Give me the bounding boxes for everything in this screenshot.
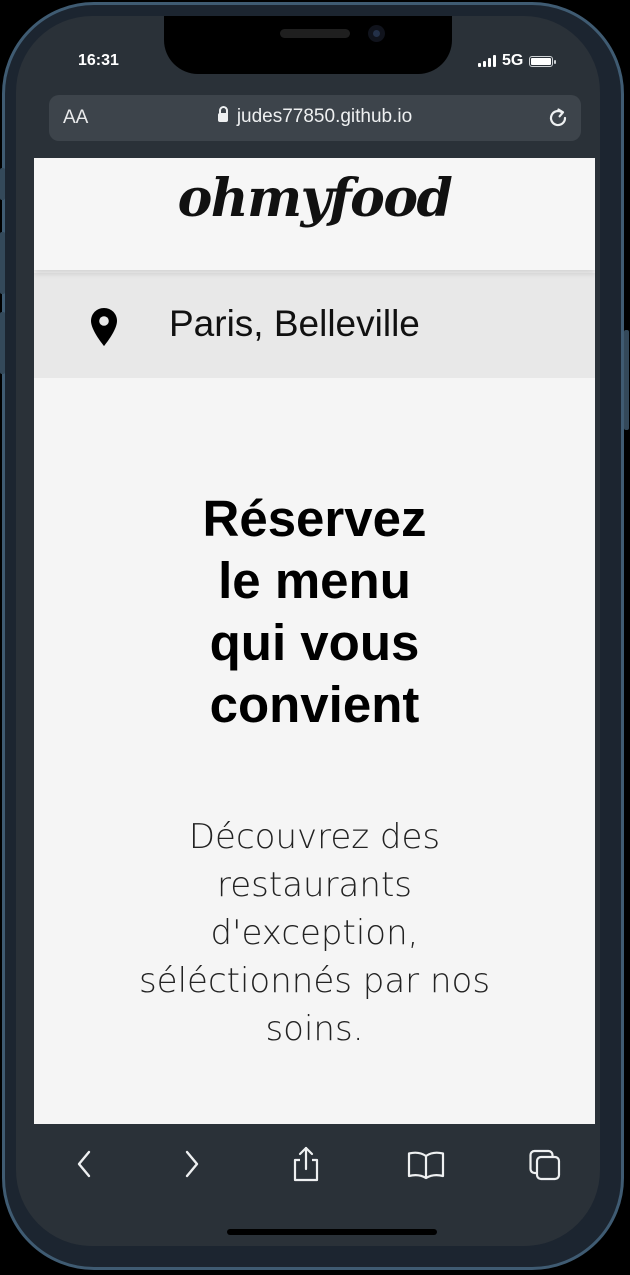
book-icon[interactable]	[406, 1144, 446, 1184]
front-camera-icon	[368, 25, 385, 42]
chevron-right-icon[interactable]	[182, 1144, 202, 1184]
hero-subtitle: Découvrez des restaurants d'exception, s…	[34, 813, 595, 1053]
location-bar: Paris, Belleville	[34, 273, 595, 378]
location-label: Paris, Belleville	[169, 303, 420, 344]
side-button-volume-down	[0, 312, 5, 374]
tabs-icon[interactable]	[528, 1144, 564, 1184]
lock-icon	[217, 106, 228, 122]
hero-subtitle-line: restaurants	[217, 865, 412, 905]
hero-subtitle-line: d'exception,	[210, 913, 419, 953]
network-label: 5G	[502, 52, 524, 69]
url-text: judes77850.github.io	[236, 106, 413, 127]
url-display[interactable]: judes77850.github.io	[49, 106, 581, 128]
notch	[164, 16, 452, 74]
web-content: ohmyfood Paris, Belleville Réservez le m…	[34, 158, 595, 1124]
speaker-grille	[280, 29, 350, 38]
side-button-volume-up	[0, 232, 5, 294]
hero-title-line: Réservez	[202, 490, 427, 547]
chevron-left-icon[interactable]	[74, 1144, 94, 1184]
hero-title-line: qui vous	[209, 614, 420, 671]
hero-subtitle-line: soins.	[265, 1009, 364, 1049]
phone-screen: 16:31 5G AA judes77850.github.io ohmyfoo…	[16, 16, 600, 1246]
share-icon[interactable]	[289, 1144, 323, 1184]
address-bar[interactable]: AA judes77850.github.io	[49, 95, 581, 141]
side-button-power	[624, 330, 629, 430]
status-time: 16:31	[78, 52, 119, 69]
status-indicators: 5G	[478, 52, 557, 70]
hero-subtitle-line: séléctionnés par nos	[138, 961, 491, 1001]
hero-subtitle-line: Découvrez des	[188, 817, 441, 857]
hero-title: Réservez le menu qui vous convient	[34, 488, 595, 736]
site-logo[interactable]: ohmyfood	[34, 168, 595, 229]
map-pin-icon	[91, 308, 117, 346]
reload-icon[interactable]	[546, 106, 570, 130]
hero-title-line: convient	[209, 676, 420, 733]
signal-icon	[478, 55, 496, 67]
home-indicator[interactable]	[227, 1229, 437, 1235]
site-header: ohmyfood	[34, 158, 595, 270]
hero-title-line: le menu	[218, 552, 411, 609]
side-button-mute	[0, 168, 5, 200]
browser-toolbar	[34, 1124, 595, 1246]
battery-icon	[529, 55, 557, 67]
